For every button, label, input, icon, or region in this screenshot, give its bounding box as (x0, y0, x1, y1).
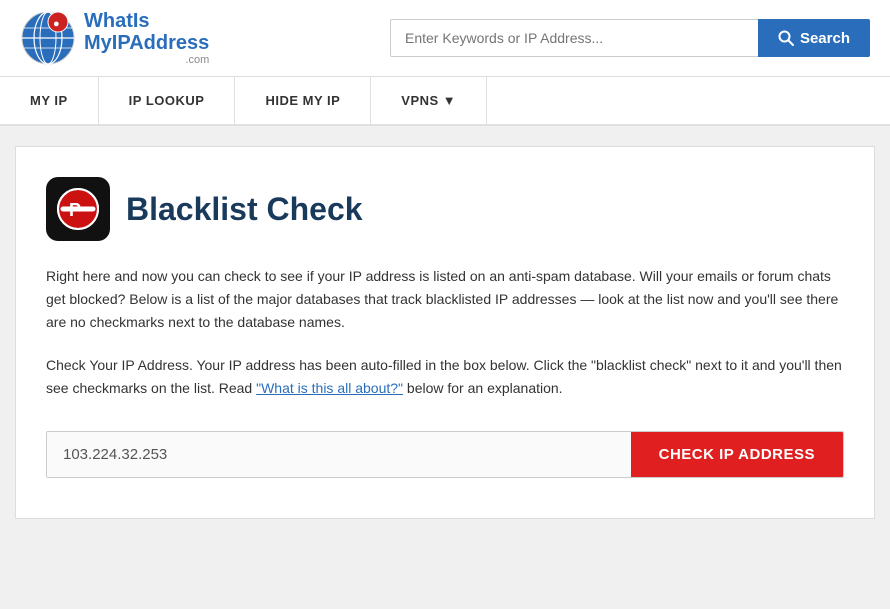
header: ● WhatIs MyIPAddress .com Search (0, 0, 890, 77)
blocked-icon: P (55, 186, 101, 232)
search-icon (778, 30, 794, 46)
description-paragraph-1: Right here and now you can check to see … (46, 265, 844, 334)
search-area: Search (390, 19, 870, 57)
nav-item-vpns[interactable]: VPNS ▼ (371, 77, 487, 124)
globe-icon: ● (20, 10, 76, 66)
nav-item-ip-lookup[interactable]: IP LOOKUP (99, 77, 236, 124)
main-content: P Blacklist Check Right here and now you… (15, 146, 875, 518)
logo-text: WhatIs MyIPAddress .com (84, 10, 209, 66)
svg-text:●: ● (53, 18, 60, 30)
ip-address-input[interactable] (47, 432, 631, 477)
blacklist-icon: P (46, 177, 110, 241)
what-is-this-link[interactable]: "What is this all about?" (256, 380, 403, 396)
svg-text:P: P (69, 200, 81, 220)
search-button[interactable]: Search (758, 19, 870, 57)
navigation: MY IP IP LOOKUP HIDE MY IP VPNS ▼ (0, 77, 890, 126)
description2-suffix: below for an explanation. (403, 380, 563, 396)
nav-item-hide-my-ip[interactable]: HIDE MY IP (235, 77, 371, 124)
description-paragraph-2: Check Your IP Address. Your IP address h… (46, 354, 844, 400)
search-input[interactable] (390, 19, 758, 57)
check-ip-button[interactable]: CHECK IP ADDRESS (631, 432, 843, 477)
logo[interactable]: ● WhatIs MyIPAddress .com (20, 10, 209, 66)
ip-check-area: CHECK IP ADDRESS (46, 431, 844, 478)
nav-item-my-ip[interactable]: MY IP (0, 77, 99, 124)
page-title-row: P Blacklist Check (46, 177, 844, 241)
page-title: Blacklist Check (126, 191, 363, 228)
